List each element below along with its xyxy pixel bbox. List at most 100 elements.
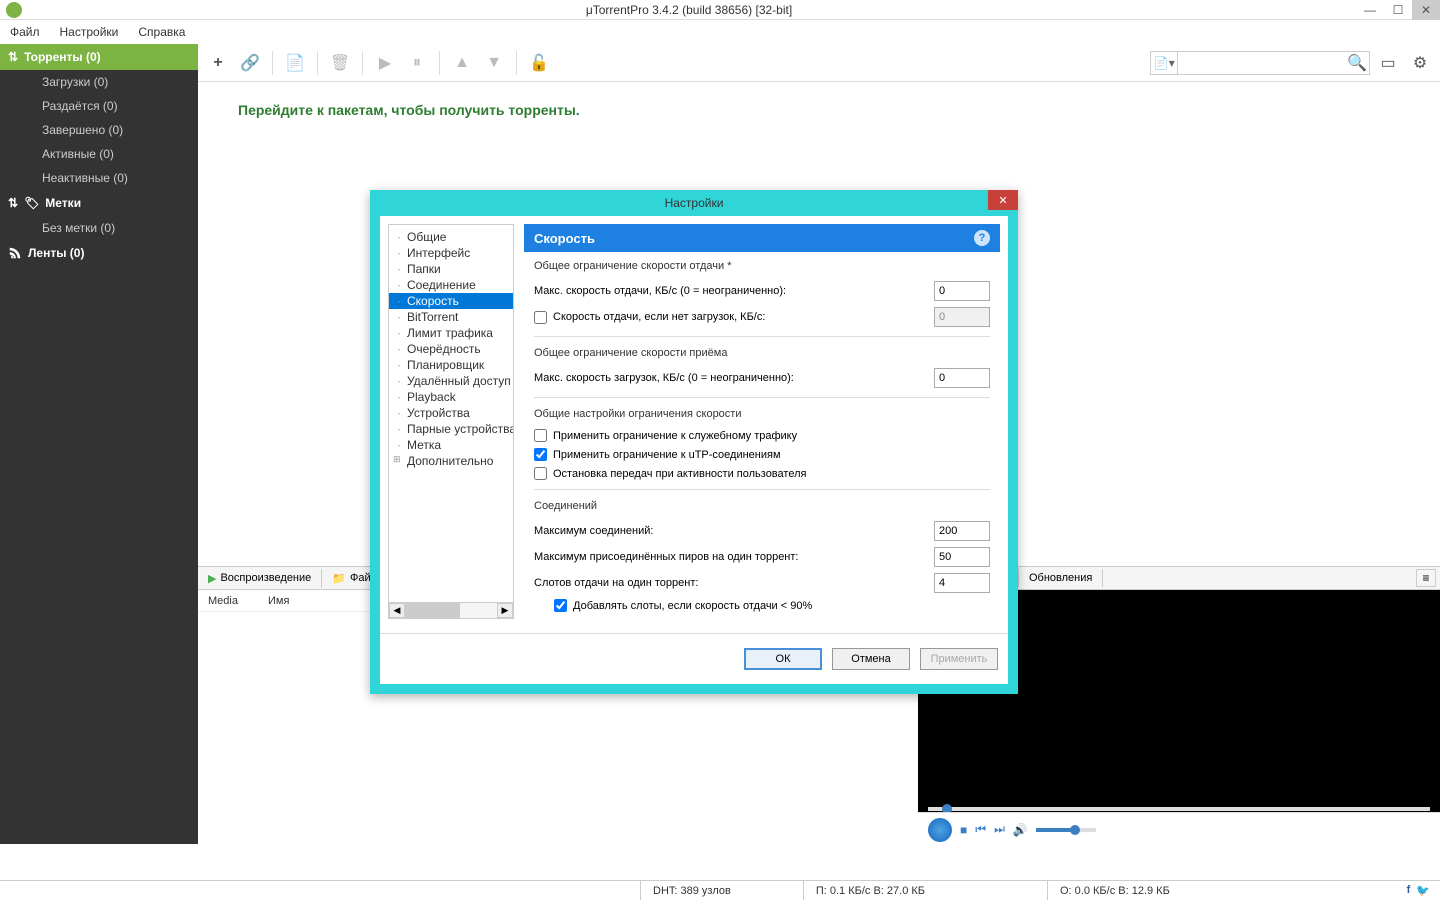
search-button[interactable]: 🔍 xyxy=(1345,49,1369,77)
tree-advanced[interactable]: Дополнительно xyxy=(389,453,513,469)
tree-remote[interactable]: Удалённый доступ xyxy=(389,373,513,389)
add-torrent-button[interactable]: + xyxy=(204,49,232,77)
alt-upload-label: Скорость отдачи, если нет загрузок, КБ/с… xyxy=(553,311,765,323)
tree-traffic-limit[interactable]: Лимит трафика xyxy=(389,325,513,341)
sidebar-item-active[interactable]: Активные (0) xyxy=(0,142,198,166)
tree-bittorrent[interactable]: BitTorrent xyxy=(389,309,513,325)
sidebar-item-inactive[interactable]: Неактивные (0) xyxy=(0,166,198,190)
tree-scrollbar[interactable]: ◀ ▶ xyxy=(389,602,513,618)
separator xyxy=(362,51,363,75)
sidebar-item-no-label[interactable]: Без метки (0) xyxy=(0,216,198,240)
tree-queue[interactable]: Очерёдность xyxy=(389,341,513,357)
search-input[interactable] xyxy=(1178,56,1345,70)
move-up-button[interactable]: ▲ xyxy=(448,49,476,77)
help-icon[interactable]: ? xyxy=(974,230,990,246)
tree-playback[interactable]: Playback xyxy=(389,389,513,405)
max-upload-input[interactable] xyxy=(934,281,990,301)
search-container: 📄▾ 🔍 xyxy=(1150,51,1370,75)
scroll-right-icon[interactable]: ▶ xyxy=(497,603,513,618)
max-download-input[interactable] xyxy=(934,368,990,388)
tree-label[interactable]: Метка xyxy=(389,437,513,453)
scroll-left-icon[interactable]: ◀ xyxy=(389,603,405,618)
twitter-icon[interactable]: 🐦 xyxy=(1416,884,1430,897)
menu-file[interactable]: Файл xyxy=(0,21,50,43)
volume-knob[interactable] xyxy=(1070,825,1080,835)
utp-checkbox[interactable] xyxy=(534,448,547,461)
start-button[interactable]: ▶ xyxy=(371,49,399,77)
tab-playback[interactable]: ▶ Воспроизведение xyxy=(198,569,322,588)
alt-upload-checkbox[interactable] xyxy=(534,311,547,324)
tree-interface[interactable]: Интерфейс xyxy=(389,245,513,261)
create-torrent-button[interactable]: 📄 xyxy=(281,49,309,77)
sidebar-item-seeding[interactable]: Раздаётся (0) xyxy=(0,94,198,118)
statusbar: DHT: 389 узлов П: 0.1 КБ/с В: 27.0 КБ О:… xyxy=(0,880,1440,900)
tree-speed[interactable]: Скорость xyxy=(389,293,513,309)
play-button[interactable] xyxy=(928,818,952,842)
minimize-button[interactable]: — xyxy=(1356,0,1384,20)
scroll-thumb[interactable] xyxy=(405,603,460,618)
add-url-button[interactable]: 🔗 xyxy=(236,49,264,77)
next-icon[interactable]: ⏭ xyxy=(994,822,1005,837)
cancel-button[interactable]: Отмена xyxy=(832,648,910,670)
search-category-button[interactable]: 📄▾ xyxy=(1151,52,1178,74)
group-title: Общие настройки ограничения скорости xyxy=(534,408,990,420)
rss-icon xyxy=(8,246,22,260)
tree-paired-devices[interactable]: Парные устройства xyxy=(389,421,513,437)
delete-button[interactable]: 🗑 xyxy=(326,49,354,77)
sidebar-item-downloads[interactable]: Загрузки (0) xyxy=(0,70,198,94)
add-slots-checkbox[interactable] xyxy=(554,599,567,612)
sidebar-torrents-header[interactable]: ⇅ Торренты (0) xyxy=(0,44,198,70)
overhead-checkbox[interactable] xyxy=(534,429,547,442)
slots-input[interactable] xyxy=(934,573,990,593)
tab-menu-button[interactable]: ≡ xyxy=(1416,569,1436,587)
dialog-titlebar[interactable]: Настройки ✕ xyxy=(370,190,1018,216)
stop-checkbox[interactable] xyxy=(534,467,547,480)
menubar: Файл Настройки Справка xyxy=(0,20,1440,44)
facebook-icon[interactable]: f xyxy=(1407,884,1411,897)
add-slots-label: Добавлять слоты, если скорость отдачи < … xyxy=(573,600,812,612)
settings-panel: Скорость ? Общее ограничение скорости от… xyxy=(524,224,1000,619)
group-title: Общее ограничение скорости приёма xyxy=(534,347,990,359)
group-global: Общие настройки ограничения скорости При… xyxy=(524,400,1000,487)
tree-connection[interactable]: Соединение xyxy=(389,277,513,293)
dialog-title-label: Настройки xyxy=(665,196,724,210)
panel-header: Скорость ? xyxy=(524,224,1000,252)
toggle-icon: ⇅ xyxy=(8,196,18,210)
tree-general[interactable]: Общие xyxy=(389,229,513,245)
preferences-button[interactable]: ⚙ xyxy=(1406,49,1434,77)
settings-dialog: Настройки ✕ Общие Интерфейс Папки Соедин… xyxy=(370,190,1018,694)
folder-icon: 📁 xyxy=(332,572,346,585)
tree-folders[interactable]: Папки xyxy=(389,261,513,277)
tree-scheduler[interactable]: Планировщик xyxy=(389,357,513,373)
move-down-button[interactable]: ▼ xyxy=(480,49,508,77)
pause-button[interactable]: ⏸ xyxy=(403,49,431,77)
stop-icon[interactable]: ■ xyxy=(960,823,967,837)
titlebar: μTorrentPro 3.4.2 (build 38656) [32-bit]… xyxy=(0,0,1440,20)
volume-icon[interactable]: 🔊 xyxy=(1013,823,1028,837)
tab-updates[interactable]: Обновления xyxy=(1018,569,1103,587)
menu-help[interactable]: Справка xyxy=(128,21,195,43)
remote-button[interactable]: ▭ xyxy=(1374,49,1402,77)
column-name[interactable]: Имя xyxy=(268,595,289,607)
dialog-close-button[interactable]: ✕ xyxy=(988,190,1018,210)
maximize-button[interactable]: ☐ xyxy=(1384,0,1412,20)
max-conn-input[interactable] xyxy=(934,521,990,541)
close-button[interactable]: ✕ xyxy=(1412,0,1440,20)
tag-icon: 🏷 xyxy=(24,196,39,210)
prev-icon[interactable]: ⏮ xyxy=(975,822,986,837)
volume-slider[interactable] xyxy=(1036,828,1096,832)
sidebar-item-completed[interactable]: Завершено (0) xyxy=(0,118,198,142)
max-peers-input[interactable] xyxy=(934,547,990,567)
apply-button[interactable]: Применить xyxy=(920,648,998,670)
column-media[interactable]: Media xyxy=(208,595,238,607)
menu-settings[interactable]: Настройки xyxy=(50,21,129,43)
sidebar-feeds-header[interactable]: Ленты (0) xyxy=(0,240,198,266)
ok-button[interactable]: ОК xyxy=(744,648,822,670)
sidebar-labels-header[interactable]: ⇅ 🏷 Метки xyxy=(0,190,198,216)
window-controls: — ☐ ✕ xyxy=(1356,0,1440,20)
overhead-label: Применить ограничение к служебному трафи… xyxy=(553,430,797,442)
unlock-button[interactable]: 🔓 xyxy=(525,49,553,77)
toolbar: + 🔗 📄 🗑 ▶ ⏸ ▲ ▼ 🔓 📄▾ 🔍 ▭ ⚙ xyxy=(198,44,1440,82)
tree-devices[interactable]: Устройства xyxy=(389,405,513,421)
play-icon: ▶ xyxy=(208,572,216,585)
